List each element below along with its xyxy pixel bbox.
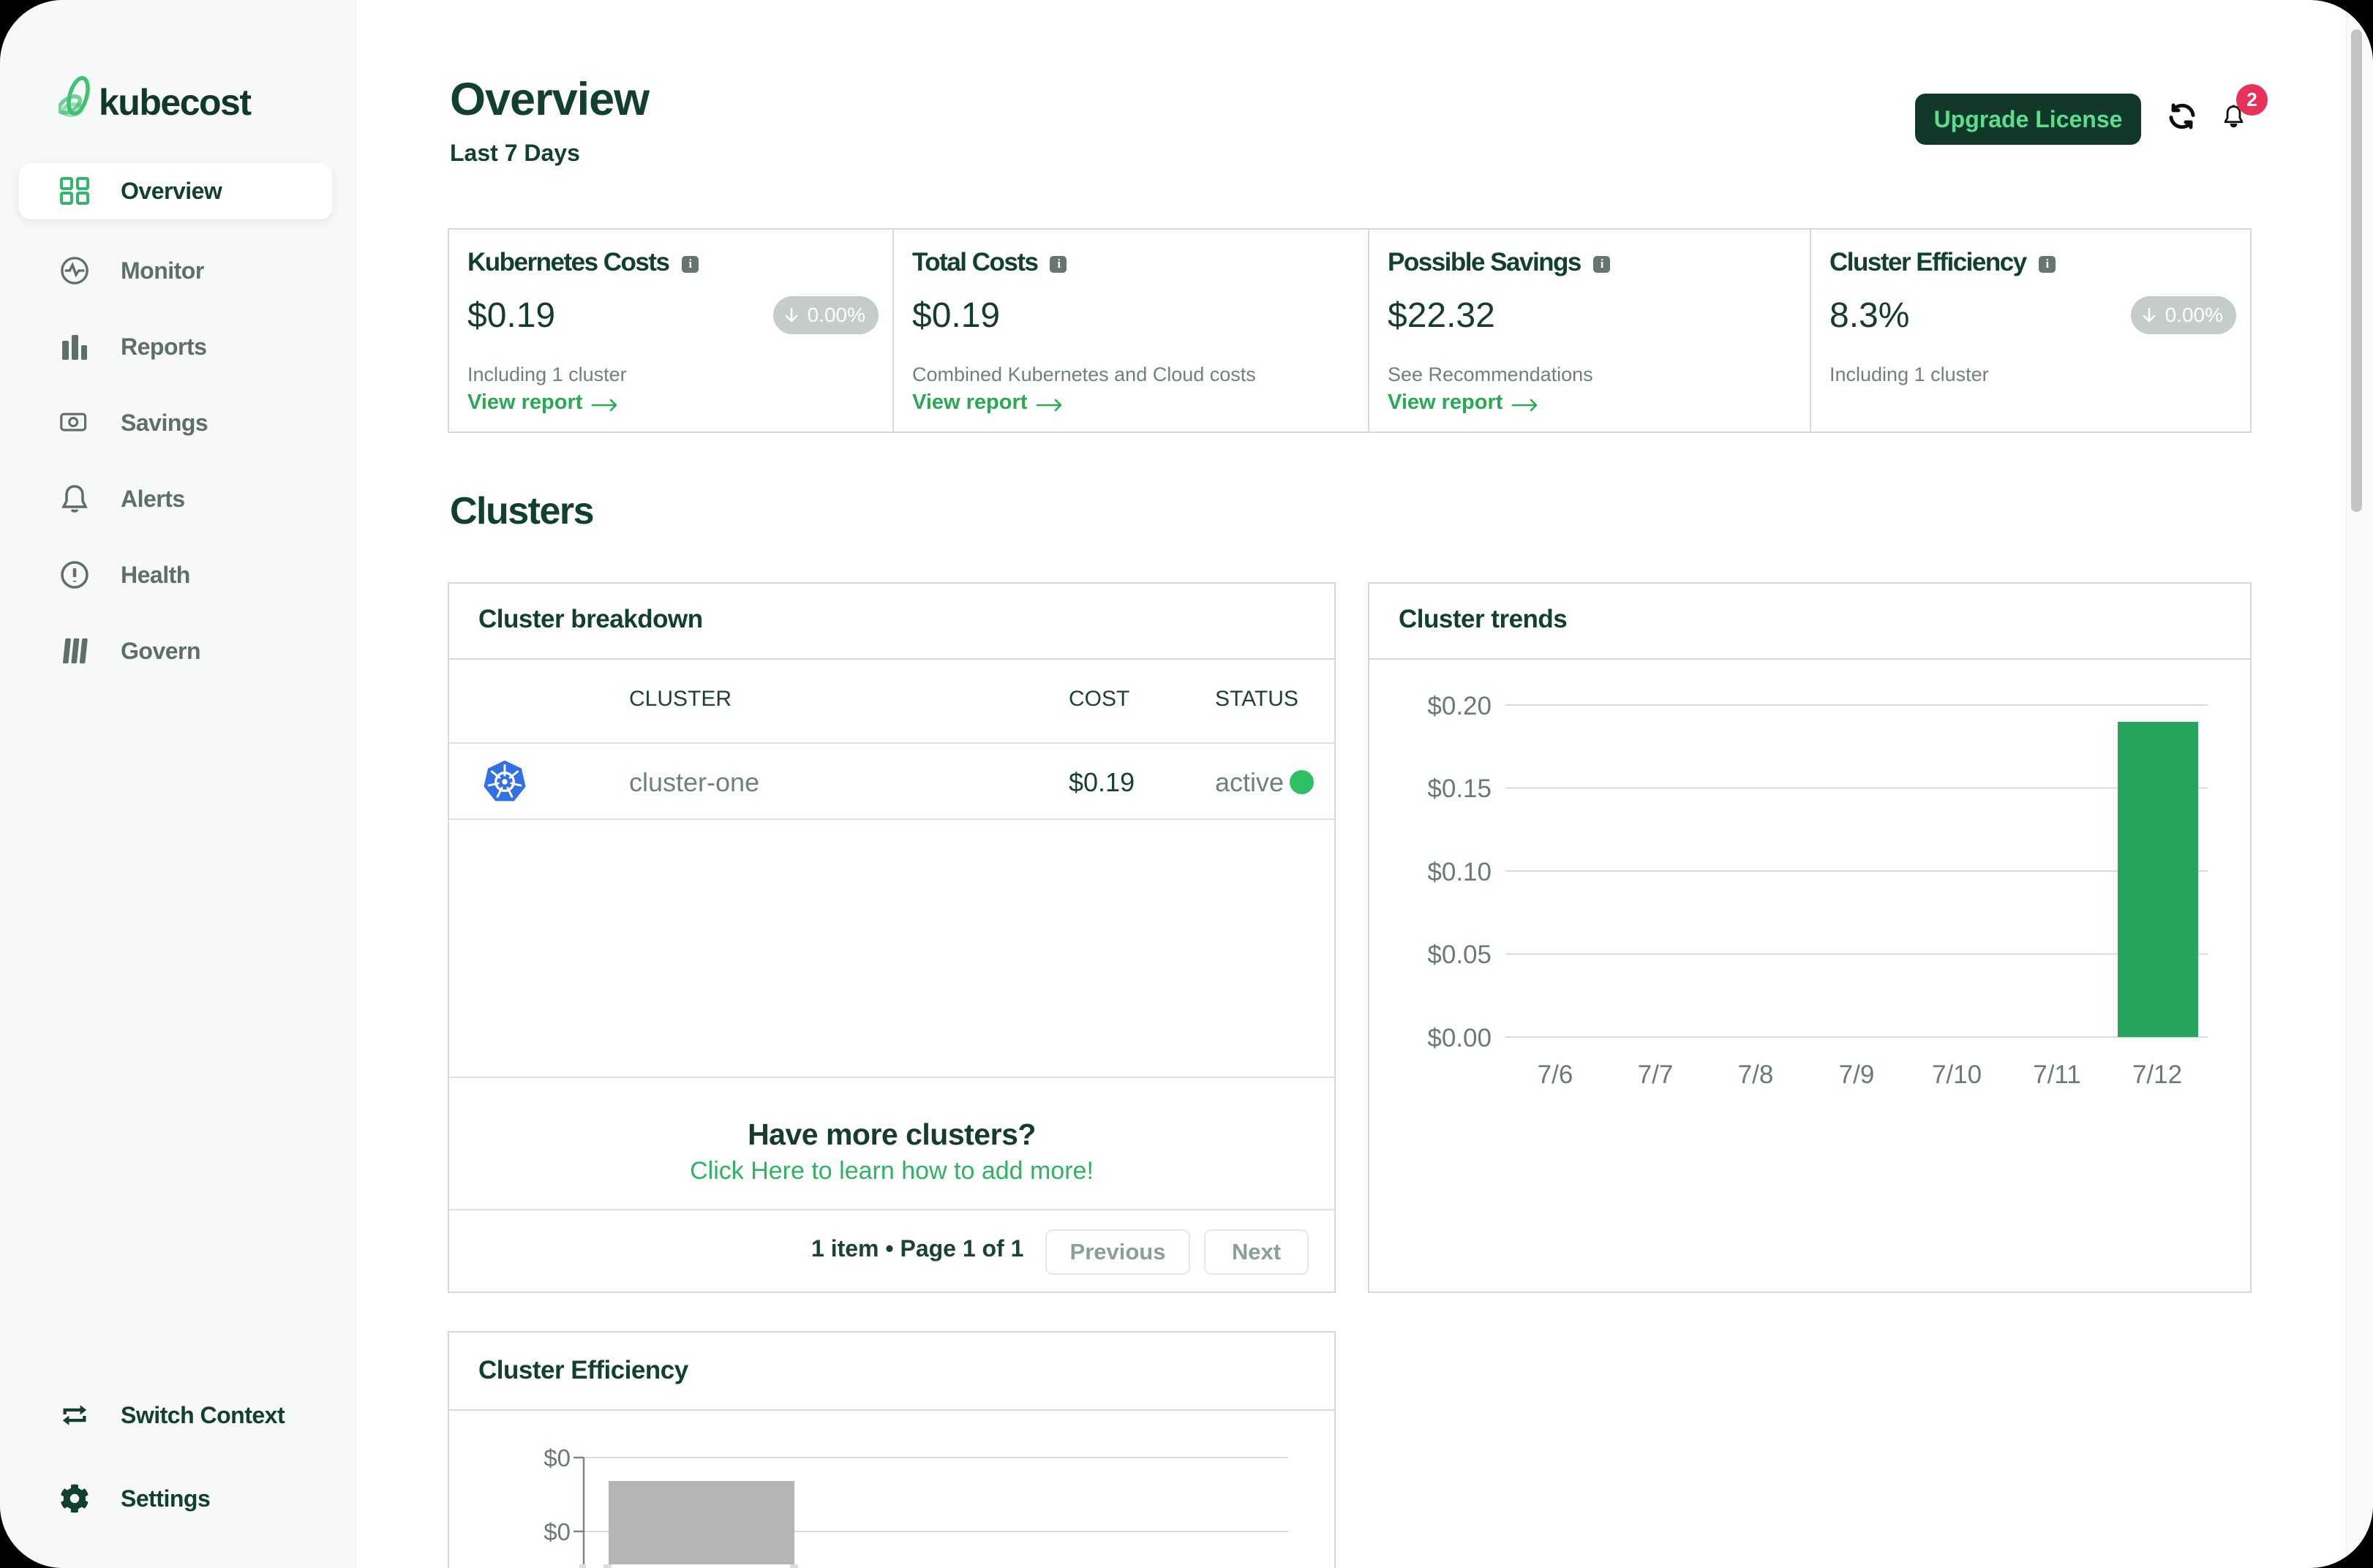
svg-text:7/7: 7/7 bbox=[1638, 1060, 1674, 1089]
svg-text:$0.05: $0.05 bbox=[1427, 941, 1492, 969]
svg-text:7/8: 7/8 bbox=[1738, 1060, 1774, 1089]
svg-text:7/10: 7/10 bbox=[1932, 1060, 1982, 1089]
svg-text:7/9: 7/9 bbox=[1839, 1060, 1875, 1089]
svg-text:$0.20: $0.20 bbox=[1427, 692, 1492, 720]
svg-text:7/11: 7/11 bbox=[2033, 1060, 2081, 1089]
svg-text:7/12: 7/12 bbox=[2132, 1060, 2182, 1089]
svg-text:$0.10: $0.10 bbox=[1427, 858, 1492, 886]
svg-text:kubecost: kubecost bbox=[99, 82, 252, 123]
svg-text:$0.15: $0.15 bbox=[1427, 774, 1492, 803]
svg-text:$0: $0 bbox=[544, 1444, 571, 1471]
svg-text:$0: $0 bbox=[544, 1518, 571, 1545]
svg-text:7/6: 7/6 bbox=[1538, 1060, 1573, 1089]
svg-text:$0.00: $0.00 bbox=[1427, 1024, 1492, 1052]
